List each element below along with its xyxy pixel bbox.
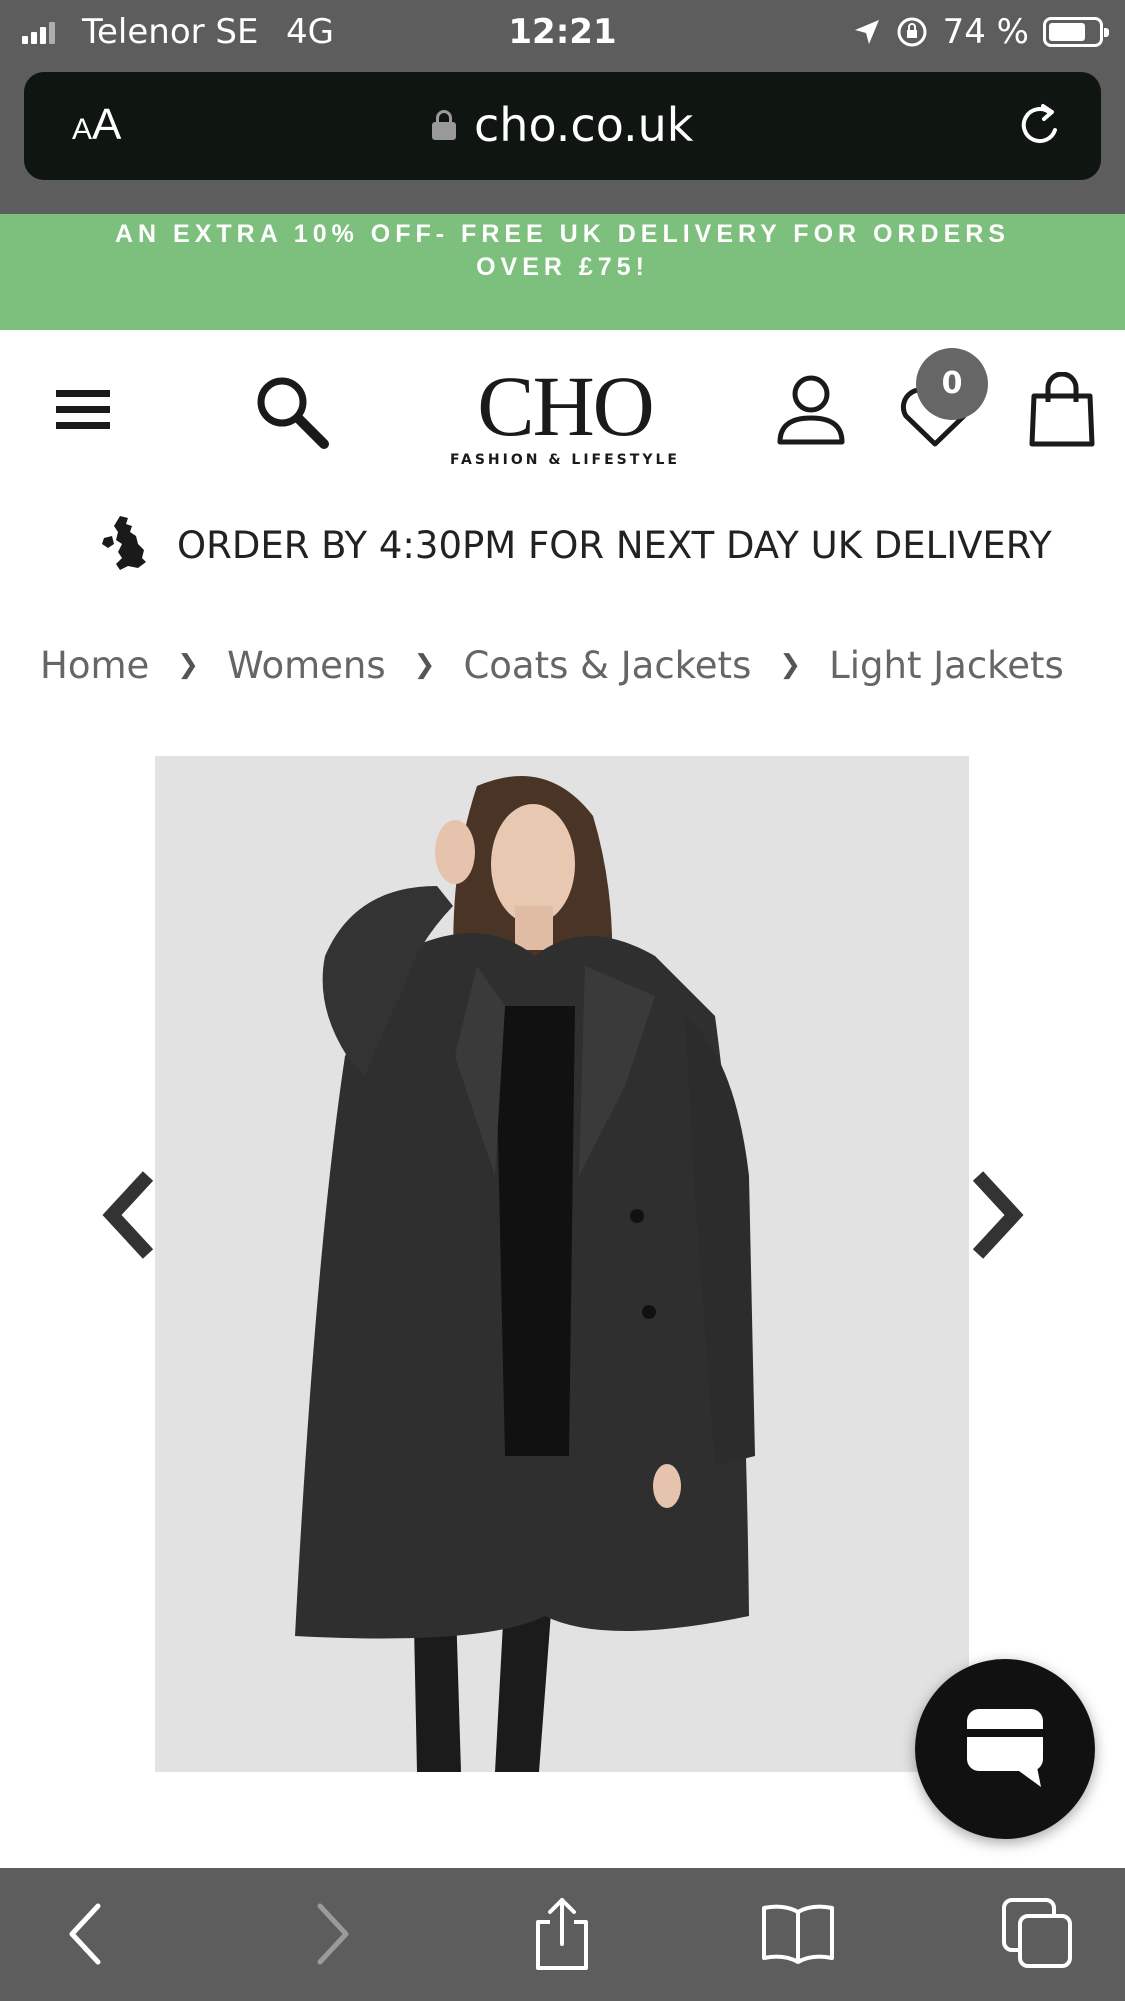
site-header: CHO FASHION & LIFESTYLE 0: [0, 330, 1125, 500]
location-arrow-icon: [854, 20, 879, 44]
delivery-text: ORDER BY 4:30PM FOR NEXT DAY UK DELIVERY: [177, 524, 1052, 567]
battery-icon: [1043, 17, 1109, 47]
url-text: cho.co.uk: [474, 98, 694, 152]
previous-image-button[interactable]: [98, 1170, 158, 1260]
breadcrumb-womens[interactable]: Womens: [227, 644, 386, 687]
chat-bubble-icon: [967, 1709, 1043, 1787]
chevron-right-icon: ❯: [413, 650, 436, 680]
breadcrumb-light-jackets[interactable]: Light Jackets: [829, 644, 1064, 687]
cho-logo[interactable]: CHO FASHION & LIFESTYLE: [440, 358, 690, 468]
logo-tagline: FASHION & LIFESTYLE: [450, 452, 680, 468]
address-bar[interactable]: AA cho.co.uk: [24, 72, 1101, 180]
product-title: SAMSOE & SAMSOE: [250, 1842, 900, 1868]
share-icon[interactable]: [524, 1896, 600, 1972]
wishlist-count-badge: 0: [916, 348, 988, 420]
chevron-right-icon: ❯: [779, 650, 802, 680]
battery-percentage: 74 %: [942, 12, 1029, 52]
status-right-group: 74 %: [853, 10, 1109, 54]
search-icon[interactable]: [254, 374, 330, 450]
forward-icon[interactable]: [292, 1896, 368, 1972]
url-field[interactable]: cho.co.uk: [24, 98, 1101, 152]
breadcrumb: Home ❯ Womens ❯ Coats & Jackets ❯ Light …: [40, 640, 1064, 690]
menu-icon[interactable]: [56, 388, 112, 432]
delivery-notice: ORDER BY 4:30PM FOR NEXT DAY UK DELIVERY: [0, 510, 1125, 590]
back-icon[interactable]: [50, 1896, 126, 1972]
browser-toolbar: [0, 1868, 1125, 2001]
bookmarks-icon[interactable]: [760, 1896, 836, 1972]
chat-button[interactable]: [915, 1659, 1095, 1839]
promo-text: AN EXTRA 10% OFF- FREE UK DELIVERY FOR O…: [115, 220, 1010, 281]
status-bar: Telenor SE 4G 12:21 74 %: [0, 0, 1125, 64]
product-image[interactable]: [155, 756, 969, 1772]
shopping-bag-icon[interactable]: [1028, 372, 1096, 448]
chevron-right-icon: ❯: [177, 650, 200, 680]
browser-address-area: AA cho.co.uk: [0, 64, 1125, 214]
account-icon[interactable]: [776, 374, 846, 446]
reload-icon[interactable]: [1015, 100, 1067, 152]
breadcrumb-home[interactable]: Home: [40, 644, 149, 687]
next-image-button[interactable]: [968, 1170, 1028, 1260]
lock-icon: [431, 110, 456, 140]
promo-banner[interactable]: AN EXTRA 10% OFF- FREE UK DELIVERY FOR O…: [0, 214, 1125, 330]
uk-map-icon: [102, 516, 146, 570]
orientation-lock-icon: [897, 17, 927, 47]
logo-wordmark: CHO: [477, 358, 655, 454]
tabs-icon[interactable]: [1000, 1896, 1076, 1972]
model-wearing-coat-image: [155, 756, 969, 1772]
breadcrumb-coats-jackets[interactable]: Coats & Jackets: [463, 644, 751, 687]
